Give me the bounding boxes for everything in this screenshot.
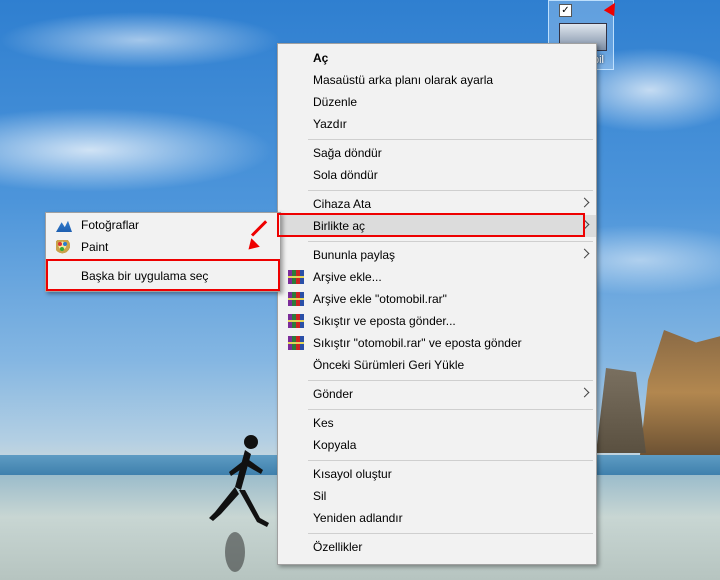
winrar-icon — [288, 292, 304, 306]
menu-separator — [308, 139, 593, 140]
submenu-item-photos[interactable]: Fotoğraflar — [46, 214, 280, 236]
chevron-right-icon — [579, 248, 590, 259]
menu-separator — [308, 409, 593, 410]
menu-separator — [308, 190, 593, 191]
menu-item-compress-named-and-email[interactable]: Sıkıştır "otomobil.rar" ve eposta gönder — [278, 332, 596, 354]
context-menu: Aç Masaüstü arka planı olarak ayarla Düz… — [277, 43, 597, 565]
menu-item-rotate-right[interactable]: Sağa döndür — [278, 142, 596, 164]
winrar-icon — [288, 270, 304, 284]
menu-item-compress-and-email[interactable]: Sıkıştır ve eposta gönder... — [278, 310, 596, 332]
menu-item-restore-previous-versions[interactable]: Önceki Sürümleri Geri Yükle — [278, 354, 596, 376]
menu-separator — [308, 241, 593, 242]
menu-item-edit[interactable]: Düzenle — [278, 91, 596, 113]
menu-item-open[interactable]: Aç — [278, 47, 596, 69]
chevron-right-icon — [579, 387, 590, 398]
menu-item-rotate-left[interactable]: Sola döndür — [278, 164, 596, 186]
menu-item-delete[interactable]: Sil — [278, 485, 596, 507]
winrar-icon — [288, 336, 304, 350]
menu-item-send-to[interactable]: Gönder — [278, 383, 596, 405]
menu-item-copy[interactable]: Kopyala — [278, 434, 596, 456]
menu-item-cast-to-device[interactable]: Cihaza Ata — [278, 193, 596, 215]
photos-icon — [56, 220, 72, 232]
paint-icon — [56, 240, 72, 254]
menu-item-set-desktop-background[interactable]: Masaüstü arka planı olarak ayarla — [278, 69, 596, 91]
menu-item-share-with[interactable]: Bununla paylaş — [278, 244, 596, 266]
menu-item-create-shortcut[interactable]: Kısayol oluştur — [278, 463, 596, 485]
menu-item-print[interactable]: Yazdır — [278, 113, 596, 135]
submenu-item-paint[interactable]: Paint — [46, 236, 280, 258]
highlight-box-open-with — [277, 213, 585, 237]
menu-separator — [308, 380, 593, 381]
menu-separator — [308, 460, 593, 461]
selection-checkbox[interactable]: ✓ — [559, 4, 572, 17]
menu-item-add-to-archive[interactable]: Arşive ekle... — [278, 266, 596, 288]
menu-separator — [308, 533, 593, 534]
menu-item-properties[interactable]: Özellikler — [278, 536, 596, 558]
menu-item-rename[interactable]: Yeniden adlandır — [278, 507, 596, 529]
menu-item-cut[interactable]: Kes — [278, 412, 596, 434]
winrar-icon — [288, 314, 304, 328]
menu-item-add-to-named-archive[interactable]: Arşive ekle "otomobil.rar" — [278, 288, 596, 310]
highlight-box-choose-app — [46, 259, 280, 291]
runner-silhouette — [209, 435, 269, 572]
chevron-right-icon — [579, 197, 590, 208]
